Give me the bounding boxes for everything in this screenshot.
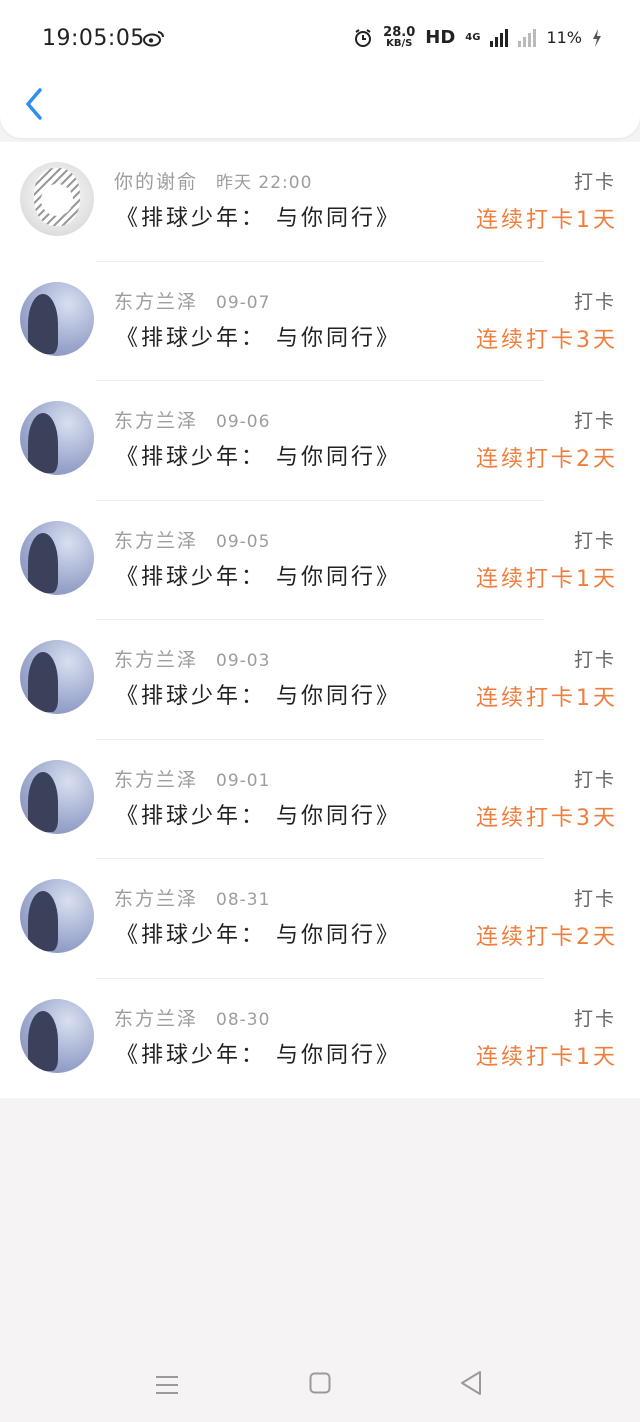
user-name[interactable]: 东方兰泽 [114,410,198,432]
avatar[interactable] [20,998,94,1073]
row-meta: 你的谢俞 昨天 22:00 [114,167,312,194]
post-date: 08-30 [216,1009,271,1030]
list-item[interactable]: 你的谢俞 昨天 22:00 《排球少年： 与你同行》 打卡 连续打卡1天 [0,142,640,262]
list-item[interactable]: 东方兰泽 08-31 《排球少年： 与你同行》 打卡 连续打卡2天 [0,859,640,979]
list-item[interactable]: 东方兰泽 09-05 《排球少年： 与你同行》 打卡 连续打卡1天 [0,501,640,620]
post-date: 09-05 [216,531,271,552]
book-title[interactable]: 《排球少年： 与你同行》 [116,439,401,471]
avatar[interactable] [20,281,94,356]
user-name[interactable]: 东方兰泽 [114,530,198,552]
status-time: 19:05:05 [42,26,145,51]
checkin-label: 打卡 [573,1007,616,1030]
book-title[interactable]: 《排球少年： 与你同行》 [116,798,401,830]
streak-label: 连续打卡1天 [476,1044,618,1070]
user-name[interactable]: 东方兰泽 [114,291,198,313]
checkin-label: 打卡 [573,529,616,552]
checkin-label: 打卡 [573,171,616,193]
book-title[interactable]: 《排球少年： 与你同行》 [116,1037,401,1069]
avatar[interactable] [20,759,94,834]
alarm-icon [355,28,372,47]
triangle-back-icon[interactable] [459,1370,483,1396]
user-name[interactable]: 你的谢俞 [114,171,198,193]
list-item[interactable]: 东方兰泽 09-06 《排球少年： 与你同行》 打卡 连续打卡2天 [0,381,640,501]
list-item[interactable]: 东方兰泽 09-01 《排球少年： 与你同行》 打卡 连续打卡3天 [0,740,640,859]
net-speed: 28.0 KB/S [383,25,416,49]
avatar[interactable] [20,879,94,953]
row-meta: 东方兰泽 08-31 [114,884,270,911]
list-item[interactable]: 东方兰泽 09-07 《排球少年： 与你同行》 打卡 连续打卡3天 [0,262,640,381]
status-icons: 28.0 KB/S HD 4G 11% [353,26,602,49]
header: 19:05:05 28.0 KB/S HD 4G 11% [0,0,640,138]
checkin-label: 打卡 [573,888,616,910]
signal-2-icon [518,28,537,47]
charging-icon [593,28,601,47]
list-item[interactable]: 东方兰泽 08-30 《排球少年： 与你同行》 打卡 连续打卡1天 [0,979,640,1099]
checkin-list: 你的谢俞 昨天 22:00 《排球少年： 与你同行》 打卡 连续打卡1天 东方兰泽… [0,142,640,1098]
user-name[interactable]: 东方兰泽 [114,769,198,791]
checkin-label: 打卡 [573,290,616,313]
row-meta: 东方兰泽 09-06 [114,406,270,433]
checkin-label: 打卡 [573,410,616,432]
streak-label: 连续打卡1天 [476,208,618,233]
list-item[interactable]: 东方兰泽 09-03 《排球少年： 与你同行》 打卡 连续打卡1天 [0,620,640,740]
post-date: 08-31 [216,890,271,910]
menu-icon[interactable] [155,1375,179,1395]
avatar[interactable] [20,520,94,595]
checkin-label: 打卡 [573,649,616,671]
book-title[interactable]: 《排球少年： 与你同行》 [116,200,401,232]
streak-label: 连续打卡1天 [476,686,618,711]
streak-label: 连续打卡2天 [476,447,618,472]
back-chevron-icon[interactable] [24,86,44,122]
book-title[interactable]: 《排球少年： 与你同行》 [116,559,401,591]
book-title[interactable]: 《排球少年： 与你同行》 [116,320,401,352]
post-date: 09-01 [216,770,271,791]
system-nav-bar [0,1342,640,1422]
post-date: 昨天 22:00 [216,173,313,193]
streak-label: 连续打卡2天 [476,925,618,950]
avatar[interactable] [20,162,94,236]
user-name[interactable]: 东方兰泽 [114,888,198,910]
home-square-icon[interactable] [309,1372,331,1394]
row-meta: 东方兰泽 08-30 [114,1004,270,1031]
row-meta: 东方兰泽 09-07 [114,287,270,314]
avatar[interactable] [20,401,94,475]
user-name[interactable]: 东方兰泽 [114,649,198,671]
row-meta: 东方兰泽 09-01 [114,765,270,792]
weibo-icon [143,31,164,47]
book-title[interactable]: 《排球少年： 与你同行》 [116,917,401,949]
hd-indicator: HD [425,27,456,48]
row-meta: 东方兰泽 09-03 [114,645,270,672]
network-type: 4G [465,32,481,43]
post-date: 09-07 [216,292,271,313]
book-title[interactable]: 《排球少年： 与你同行》 [116,678,401,710]
streak-label: 连续打卡1天 [476,566,618,592]
battery-level: 11% [546,28,582,47]
user-name[interactable]: 东方兰泽 [114,1008,198,1030]
post-date: 09-03 [216,651,271,671]
row-meta: 东方兰泽 09-05 [114,526,270,553]
streak-label: 连续打卡3天 [476,805,618,831]
signal-icon [490,28,509,47]
post-date: 09-06 [216,412,271,432]
streak-label: 连续打卡3天 [476,327,618,353]
avatar[interactable] [20,640,94,714]
checkin-label: 打卡 [573,768,616,791]
